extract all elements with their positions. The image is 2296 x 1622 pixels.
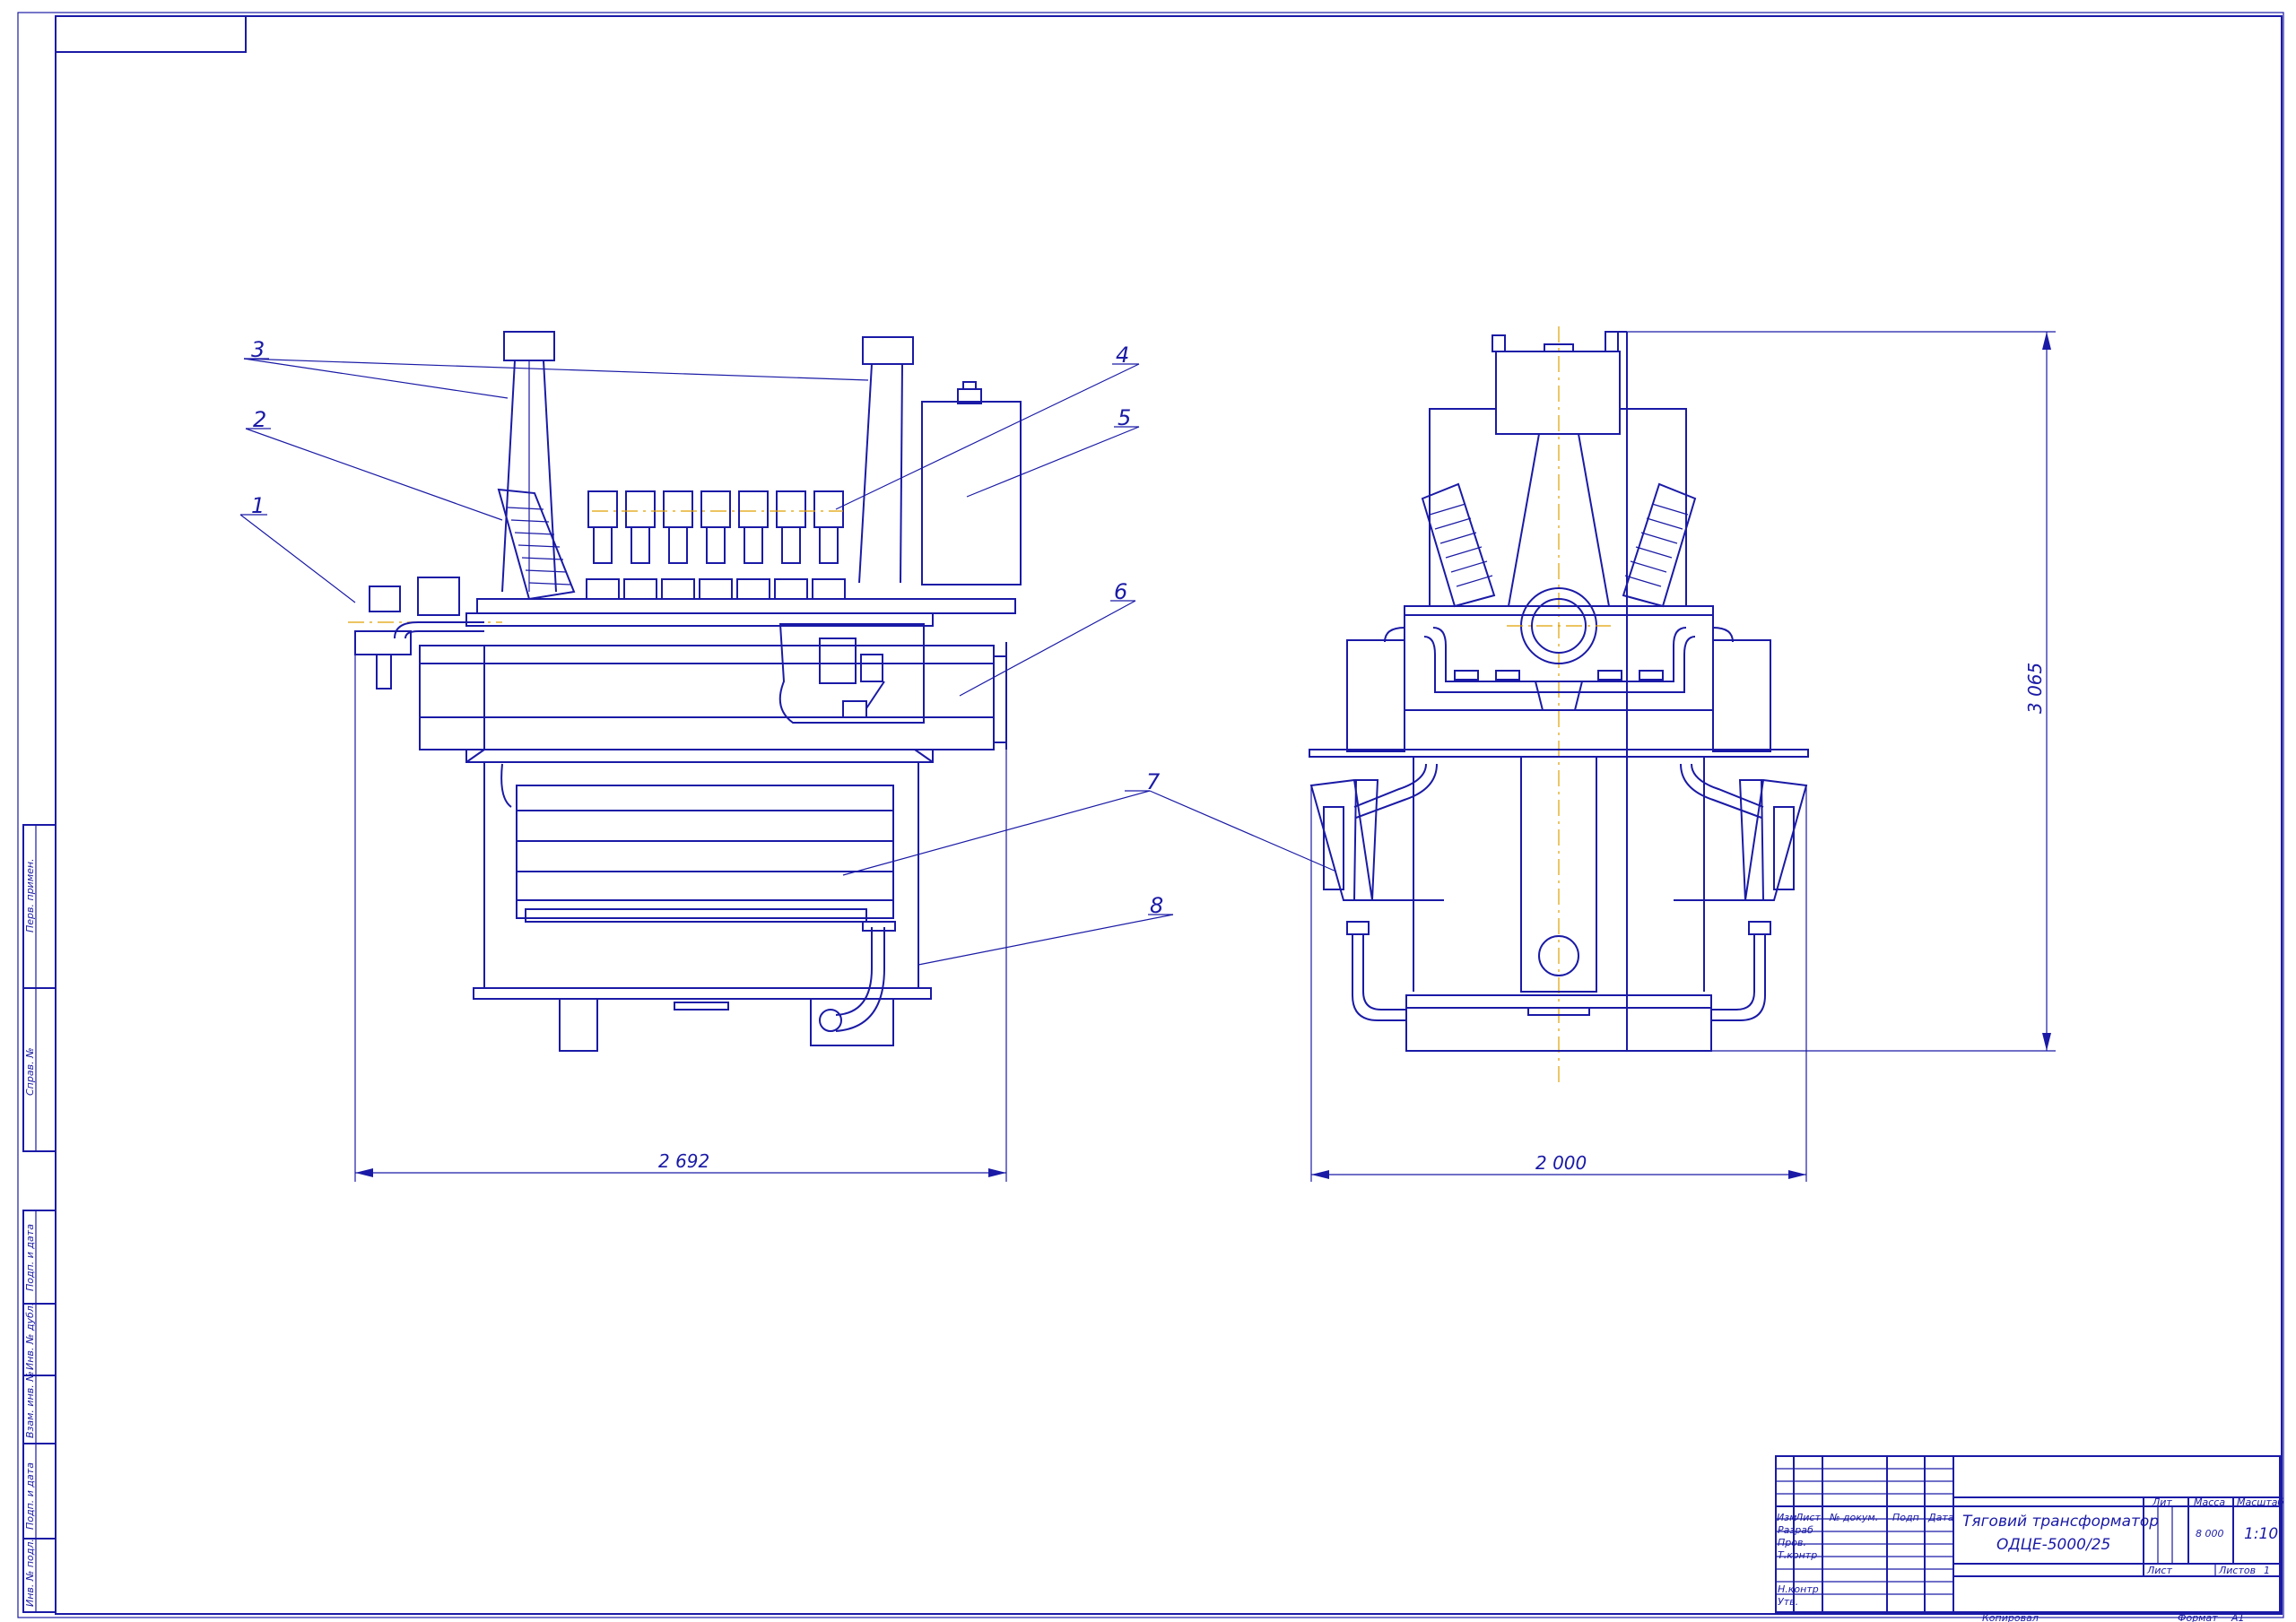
side-stamp-label: Перв. примен. [24, 858, 36, 932]
callout-label: 7 [1146, 769, 1161, 794]
tb-row-label: Разраб [1778, 1524, 1813, 1536]
cooler-block [516, 785, 894, 923]
callout-label: 2 [253, 407, 266, 432]
lower-tank [473, 762, 932, 1052]
title-block: Изм Лист № докум. Подп Дата Разраб Пров.… [1775, 1455, 2283, 1622]
callout-label: 6 [1114, 579, 1127, 604]
tb-sheets: Листов [2218, 1565, 2256, 1576]
side-stamp-label: Справ. № [24, 1047, 36, 1096]
side-view: 2 692 1 2 3 4 5 6 7 8 [239, 331, 1337, 1182]
top-left-stamp-box [55, 15, 247, 53]
tb-row-label: Н.контр [1778, 1583, 1819, 1595]
insulator-bushing [497, 488, 576, 601]
front-view: 2 000 3 065 [1309, 326, 2056, 1182]
callout-label: 1 [251, 493, 265, 518]
drawing-title: Тяговий трансформатор [1962, 1513, 2159, 1531]
side-stamp-label: Подп. и дата [24, 1224, 36, 1291]
side-stamp-label: Подп. и дата [24, 1462, 36, 1530]
tb-row-label: Т.контр [1778, 1549, 1817, 1561]
drawing-code: ОДЦЕ-5000/25 [1996, 1536, 2110, 1554]
main-tank-upper [419, 642, 1007, 750]
dimension-height: 3 065 [1627, 331, 2056, 1052]
tb-sheet: Лист [2146, 1565, 2172, 1576]
callout-label: 4 [1116, 343, 1129, 368]
side-stamp: Перв. примен. Справ. № Подп. и дата Инв.… [22, 824, 57, 1613]
lv-bushings-row [586, 490, 846, 600]
dimension-text: 3 065 [2024, 663, 2046, 714]
tb-row-label: Пров. [1778, 1537, 1806, 1548]
side-stamp-label: Инв. № подл. [24, 1539, 36, 1607]
tb-row-label: Утв. [1778, 1596, 1798, 1608]
callout-label: 3 [251, 337, 265, 362]
tb-copied: Копировал [1982, 1612, 2039, 1622]
technical-drawing: Перв. примен. Справ. № Подп. и дата Инв.… [17, 12, 2284, 1622]
tb-format-value: А1 [2231, 1612, 2245, 1622]
dimension-text: 2 000 [1535, 1152, 1587, 1174]
dimension-text: 2 692 [658, 1150, 709, 1172]
side-stamp-label: Инв. № дубл. [24, 1303, 36, 1370]
tb-sheets-value: 1 [2264, 1565, 2270, 1576]
tb-header: Лист [1795, 1512, 1821, 1523]
tb-scale-value: 1:10 [2244, 1525, 2278, 1543]
side-stamp-label: Взам. инв. № [24, 1371, 36, 1438]
tb-header: Подп [1892, 1512, 1919, 1523]
tb-header: № докум. [1829, 1512, 1878, 1523]
tb-header: Лит [2152, 1496, 2172, 1508]
callout-label: 5 [1118, 405, 1131, 430]
conservator-tank [921, 381, 1022, 585]
tb-header: Дата [1927, 1512, 1954, 1523]
tb-format: Формат [2178, 1612, 2218, 1622]
tank-cutaway [778, 623, 925, 724]
sheet-frame [17, 12, 2284, 1618]
tb-header: Масса [2194, 1496, 2225, 1508]
callout-label: 8 [1150, 893, 1163, 918]
tb-mass-value: 8 000 [2196, 1528, 2224, 1540]
hv-bushing-left [501, 331, 557, 593]
tb-header: Изм [1777, 1512, 1796, 1523]
tb-header: Масштаб [2237, 1496, 2283, 1508]
hv-bushing-right [858, 336, 914, 584]
